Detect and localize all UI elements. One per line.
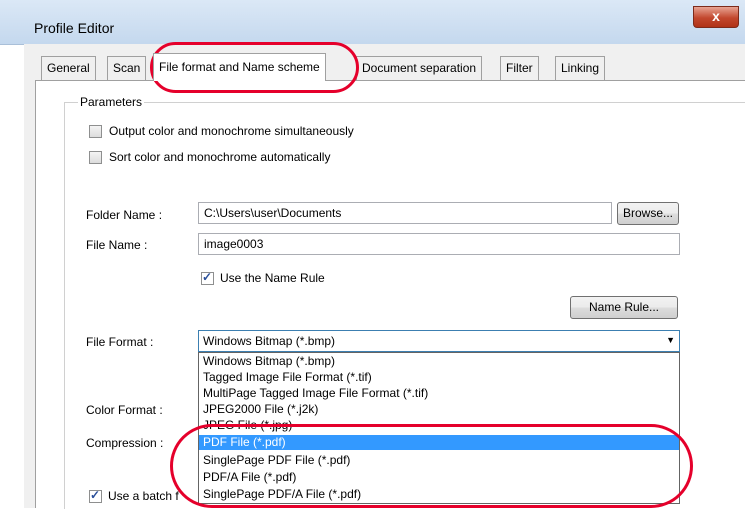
browse-button[interactable]: Browse... (617, 202, 679, 225)
title-bar: Profile Editor x (0, 0, 745, 45)
pdf-options-highlight-annotation (170, 424, 693, 508)
close-icon: x (712, 8, 720, 24)
option-tif[interactable]: Tagged Image File Format (*.tif) (199, 370, 679, 385)
option-jpeg2000[interactable]: JPEG2000 File (*.j2k) (199, 402, 679, 417)
sort-automatic-label: Sort color and monochrome automatically (109, 150, 331, 164)
tab-file-format[interactable]: File format and Name scheme (153, 53, 326, 81)
tab-linking[interactable]: Linking (555, 56, 606, 80)
compression-label: Compression : (86, 436, 164, 450)
output-simultaneous-checkbox[interactable] (89, 125, 102, 138)
use-name-rule-label: Use the Name Rule (220, 271, 325, 285)
file-name-label: File Name : (86, 238, 148, 252)
use-name-rule-checkbox[interactable] (201, 270, 214, 285)
sort-automatic-checkbox[interactable] (89, 151, 102, 164)
folder-name-label: Folder Name : (86, 208, 163, 222)
folder-name-input[interactable]: C:\Users\user\Documents (198, 202, 612, 224)
color-format-label: Color Format : (86, 403, 163, 417)
batch-checkbox[interactable] (89, 488, 102, 503)
name-rule-button[interactable]: Name Rule... (570, 296, 678, 319)
output-simultaneous-label: Output color and monochrome simultaneous… (109, 124, 354, 138)
tab-document-separation[interactable]: Document separation (356, 56, 483, 80)
chevron-down-icon: ▼ (666, 335, 675, 345)
option-multipage-tif[interactable]: MultiPage Tagged Image File Format (*.ti… (199, 386, 679, 401)
batch-label: Use a batch f (108, 489, 179, 503)
close-button[interactable]: x (693, 6, 739, 28)
tab-filter[interactable]: Filter (500, 56, 539, 80)
file-format-selected: Windows Bitmap (*.bmp) (203, 334, 336, 348)
file-format-select[interactable]: Windows Bitmap (*.bmp) ▼ (198, 330, 680, 352)
tab-general[interactable]: General (41, 56, 96, 80)
option-windows-bitmap[interactable]: Windows Bitmap (*.bmp) (199, 354, 679, 369)
tab-scan[interactable]: Scan (107, 56, 147, 80)
file-name-input[interactable]: image0003 (198, 233, 680, 255)
window-title: Profile Editor (34, 20, 115, 36)
file-format-label: File Format : (86, 335, 154, 349)
parameters-legend: Parameters (78, 95, 145, 109)
